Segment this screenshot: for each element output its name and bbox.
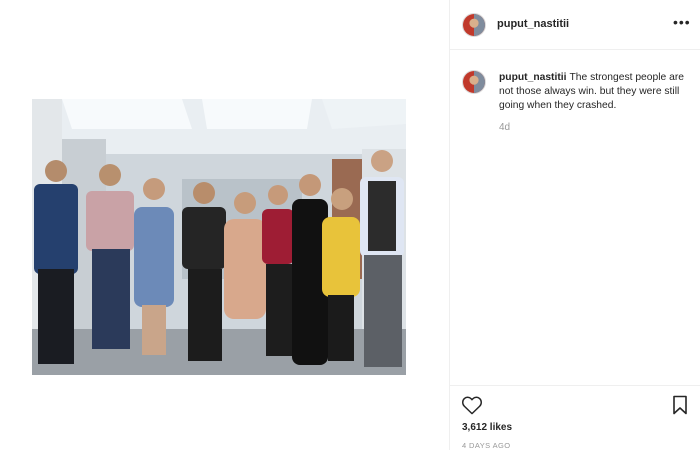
media-pane [0,0,449,450]
post-photo[interactable] [32,99,406,375]
more-options-icon[interactable]: ••• [673,15,690,31]
avatar[interactable] [462,13,486,37]
heart-icon[interactable] [461,395,483,415]
post-sidebar: puput_nastitii ••• puput_nastitii The str… [450,0,700,450]
instagram-post: puput_nastitii ••• puput_nastitii The str… [0,0,700,450]
caption-text-block: puput_nastitii The strongest people are n… [499,71,689,113]
header-username[interactable]: puput_nastitii [497,18,569,30]
caption-avatar[interactable] [462,70,486,94]
post-header: puput_nastitii ••• [450,0,700,50]
caption-username[interactable]: puput_nastitii [499,72,567,83]
avatar-image [463,14,485,36]
post-date: 4 DAYS AGO [462,441,511,450]
group-photo-illustration [32,99,406,375]
caption-relative-time[interactable]: 4d [499,122,510,133]
likes-count[interactable]: 3,612 likes [462,422,512,433]
caption-avatar-image [463,71,485,93]
post-actions: 3,612 likes 4 DAYS AGO [450,385,700,450]
bookmark-icon[interactable] [672,395,688,415]
